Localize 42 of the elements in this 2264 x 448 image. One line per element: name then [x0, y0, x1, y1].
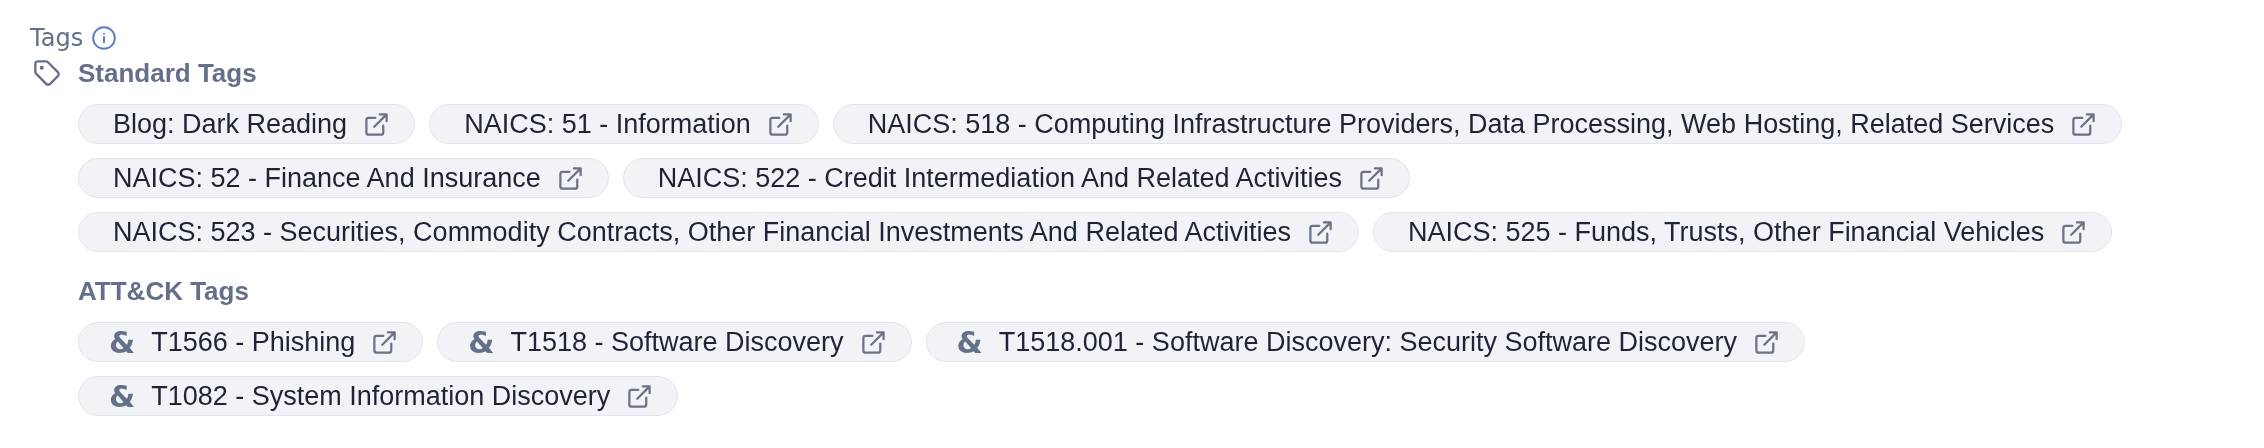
- external-link-icon: [1753, 328, 1781, 356]
- external-link-icon: [371, 328, 399, 356]
- tag-chip[interactable]: NAICS: 52 - Finance And Insurance: [78, 158, 609, 198]
- tag-icon: [33, 59, 61, 87]
- external-link-icon: [859, 328, 887, 356]
- info-icon[interactable]: [91, 25, 118, 51]
- tag-chip[interactable]: & T1082 - System Information Discovery: [78, 376, 679, 416]
- tag-chip[interactable]: NAICS: 518 - Computing Infrastructure Providers, Data Processing, Web Hosting, Related Services: [832, 104, 2123, 144]
- tag-label: NAICS: 525 - Funds, Trusts, Other Financial Vehicles: [1408, 216, 2045, 248]
- ampersand-icon: &: [468, 324, 495, 360]
- group-heading: ATT&CK Tags: [78, 275, 250, 308]
- external-link-icon: [363, 110, 391, 138]
- tag-label: T1518.001 - Software Discovery: Security Software Discovery: [998, 326, 1738, 358]
- tag-chip[interactable]: NAICS: 523 - Securities, Commodity Contracts, Other Financial Investments And Related Activities: [78, 212, 1359, 252]
- tag-label: NAICS: 518 - Computing Infrastructure Providers, Data Processing, Web Hosting, Related Services: [867, 108, 2055, 140]
- external-link-icon: [626, 382, 654, 410]
- tag-chip[interactable]: Blog: Dark Reading: [78, 104, 416, 144]
- tag-chip[interactable]: NAICS: 525 - Funds, Trusts, Other Financial Vehicles: [1373, 212, 2113, 252]
- tag-label: NAICS: 523 - Securities, Commodity Contracts, Other Financial Investments And Related Activities: [113, 216, 1291, 248]
- ampersand-icon: &: [109, 378, 136, 414]
- tag-label: NAICS: 52 - Finance And Insurance: [113, 162, 541, 194]
- tag-chip[interactable]: NAICS: 51 - Information: [429, 104, 819, 144]
- tag-label: NAICS: 522 - Credit Intermediation And Related Activities: [657, 162, 1343, 194]
- ampersand-icon: &: [956, 324, 983, 360]
- tag-label: T1082 - System Information Discovery: [151, 380, 611, 412]
- external-link-icon: [556, 164, 584, 192]
- tag-chip[interactable]: NAICS: 522 - Credit Intermediation And Related Activities: [622, 158, 1411, 198]
- external-link-icon: [766, 110, 794, 138]
- ampersand-icon: &: [109, 324, 136, 360]
- tag-label: NAICS: 51 - Information: [464, 108, 751, 140]
- external-link-icon: [2060, 218, 2088, 246]
- external-link-icon: [1358, 164, 1386, 192]
- tag-chip[interactable]: & T1518 - Software Discovery: [437, 322, 912, 362]
- tag-chip[interactable]: & T1518.001 - Software Discovery: Security Software Discovery: [925, 322, 1806, 362]
- tag-chip[interactable]: & T1566 - Phishing: [78, 322, 424, 362]
- tag-label: Blog: Dark Reading: [113, 108, 348, 140]
- external-link-icon: [1307, 218, 1334, 246]
- tag-label: T1566 - Phishing: [151, 326, 356, 358]
- group-heading: Standard Tags: [78, 57, 258, 90]
- tag-label: T1518 - Software Discovery: [510, 326, 844, 358]
- section-title: Tags: [30, 24, 84, 52]
- external-link-icon: [2070, 110, 2098, 138]
